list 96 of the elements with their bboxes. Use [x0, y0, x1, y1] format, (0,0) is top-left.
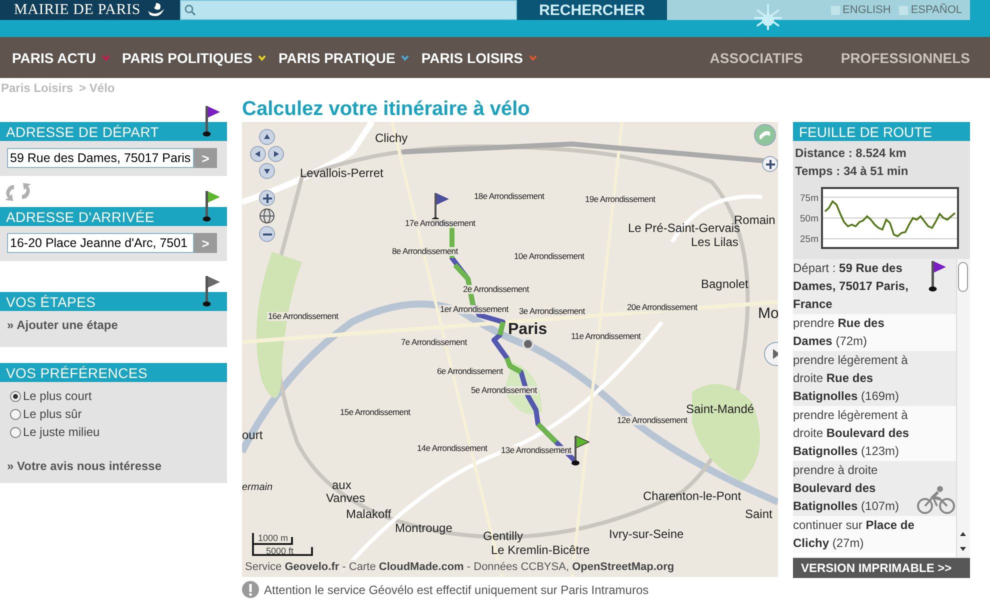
map-label: Saint: [745, 508, 772, 520]
axis-tick-label: 25m: [800, 234, 818, 246]
route-step-text: Départ : 59 Rue des Dames, 75017 Paris, France: [793, 260, 910, 313]
nav-link[interactable]: ASSOCIATIFS: [710, 50, 803, 66]
scale-label: 1000 m: [258, 533, 288, 543]
axis-tick-label: 50m: [800, 214, 818, 224]
globe-icon: [259, 208, 275, 224]
panel-header: VOS PRÉFÉRENCES: [0, 363, 227, 382]
location-marker-icon: [522, 338, 534, 350]
radio-button[interactable]: [10, 408, 21, 420]
feedback-link[interactable]: » Votre avis nous intéresse: [7, 459, 162, 473]
map-label: Les Lilas: [691, 236, 738, 248]
map-label: Charenton-le-Pont: [643, 490, 742, 502]
panel-header: FEUILLE DE ROUTE: [793, 122, 970, 141]
swirl-icon: [758, 128, 772, 142]
map-label: Gentilly: [483, 530, 524, 542]
arrow-right-icon: [771, 348, 778, 360]
map-label: Le Kremlin-Bicêtre: [491, 544, 590, 556]
radio-option[interactable]: Le juste milieu: [10, 423, 218, 441]
route-step-text: prendre légèrement à droite Boulevard des Batignolles (123m): [793, 407, 910, 460]
map-label: Vanves: [326, 492, 366, 504]
search-field[interactable]: [180, 0, 517, 20]
map-label: Paris: [508, 322, 548, 338]
map-label: 17e Arrondissement: [404, 219, 476, 228]
arrow-down-icon: [263, 167, 271, 175]
map-label: 18e Arrondissement: [473, 192, 546, 200]
map-label: Bagnolet: [701, 278, 748, 290]
nav-menu-item[interactable]: PARIS PRATIQUE: [278, 50, 410, 66]
map-label: 11e Arrondissement: [570, 332, 642, 340]
map-label: Mo: [758, 306, 778, 321]
arrow-right-icon: [272, 150, 280, 158]
route-step-text: prendre à droite Boulevard des Batignolles (107m): [793, 462, 900, 515]
radio-button[interactable]: [10, 426, 21, 438]
panel-header: VOS ÉTAPES: [0, 292, 227, 311]
add-step-link[interactable]: » Ajouter une étape: [7, 318, 118, 332]
address-field[interactable]: 59 Rue des Dames, 75017 Paris: [7, 148, 194, 168]
route-step-text: prendre Rue des Dames (72m): [793, 315, 886, 350]
map-label: 3e Arrondissement: [518, 307, 586, 316]
scroll-down-arrow-icon: [959, 546, 968, 552]
map-label: 2e Arrondissement: [462, 285, 530, 294]
time-text: Temps : 34 à 51 min: [795, 163, 908, 180]
map-label: aux: [332, 479, 352, 491]
axis-tick-label: 75m: [800, 192, 818, 204]
page-title: Calculez votre itinéraire à vélo: [242, 97, 531, 122]
map-label: 14e Arrondissement: [416, 444, 488, 452]
nav-menu-item[interactable]: PARIS ACTU: [12, 50, 110, 66]
map-label: 6e Arrondissement: [436, 367, 504, 376]
route-step-text: continuer sur Place de Clichy (27m): [793, 517, 915, 552]
warning-icon: [242, 581, 259, 598]
scroll-up-arrow-icon: [959, 531, 968, 537]
map-label: Ivry-sur-Seine: [609, 528, 684, 540]
nav-menu-item[interactable]: PARIS POLITIQUES: [122, 50, 266, 66]
panel-header: ADRESSE DE DÉPART: [0, 122, 227, 141]
map-label: 5e Arrondissement: [470, 386, 538, 394]
map-label: Clichy: [375, 132, 408, 144]
scrollbar-thumb[interactable]: [958, 262, 968, 292]
map-label: 16e Arrondissement: [267, 312, 340, 320]
cyclist-icon: [916, 485, 956, 515]
scale-label: 5000 ft: [266, 546, 294, 556]
map-label: ermain: [242, 483, 273, 493]
radio-button[interactable]: [10, 390, 21, 402]
map-label: 12e Arrondissement: [616, 416, 688, 424]
map-label: 19e Arrondissement: [584, 195, 656, 204]
logo-text: MAIRIE DE PARIS: [14, 2, 140, 18]
plus-icon: [262, 194, 272, 202]
distance-text: Distance : 8.524 km: [795, 145, 906, 162]
arrow-up-icon: [263, 133, 271, 141]
scrollbar[interactable]: [956, 259, 970, 557]
search-button[interactable]: RECHERCHER: [517, 0, 667, 20]
map-label: 13e Arrondissement: [500, 446, 572, 454]
map-label: Montrouge: [395, 522, 452, 534]
map-label: 7e Arrondissement: [400, 338, 468, 346]
notice-text: Attention le service Géovélo est effectif uniquement sur Paris Intramuros: [264, 582, 649, 596]
map-label: Saint-Mandé: [686, 403, 754, 415]
map-label: ourt: [242, 429, 263, 441]
print-version-button[interactable]: VERSION IMPRIMABLE >>: [793, 558, 970, 578]
breadcrumb-current: > Vélo: [79, 81, 115, 96]
address-field[interactable]: 16-20 Place Jeanne d'Arc, 7501: [7, 233, 194, 253]
arrow-left-icon: [254, 150, 262, 158]
radio-option[interactable]: Le plus sûr: [10, 405, 218, 423]
map-label: Malakoff: [346, 508, 392, 520]
map-label: 1er Arrondissement: [439, 305, 510, 314]
map-label: 15e Arrondissement: [339, 408, 412, 416]
map-label: 20e Arrondissement: [626, 303, 698, 312]
radio-option[interactable]: Le plus court: [10, 387, 218, 405]
route-step-text: prendre légèrement à droite Rue des Batignolles (169m): [793, 352, 909, 405]
panel-header: ADRESSE D'ARRIVÉE: [0, 207, 227, 226]
search-icon: [184, 4, 196, 16]
site-logo[interactable]: MAIRIE DE PARIS: [0, 0, 180, 20]
map-label: 10e Arrondissement: [513, 252, 586, 260]
map-label: Levallois-Perret: [300, 167, 384, 179]
map-label: 8e Arrondissement: [391, 247, 459, 256]
nav-menu-item[interactable]: PARIS LOISIRS: [421, 50, 538, 66]
scale-bar: [250, 531, 316, 557]
nav-link[interactable]: PROFESSIONNELS: [840, 50, 970, 66]
plus-icon: [766, 160, 774, 168]
